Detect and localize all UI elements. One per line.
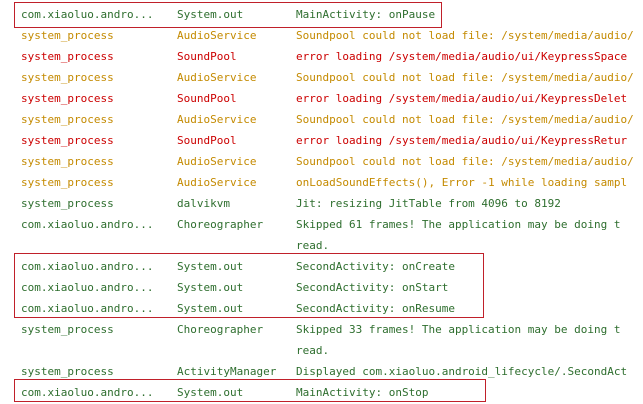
log-application: com.xiaoluo.andro...: [21, 302, 154, 315]
logcat-list: com.xiaoluo.andro... System.out MainActivi…: [0, 4, 643, 403]
log-message: read.: [296, 239, 330, 252]
log-message: error loading /system/media/audio/ui/Key…: [296, 92, 628, 105]
log-tag: dalvikvm: [177, 197, 230, 210]
log-application: system_process: [21, 71, 114, 84]
log-message: read.: [296, 344, 330, 357]
log-row[interactable]: com.xiaoluo.andro... System.out SecondActi…: [0, 256, 643, 277]
log-row[interactable]: read.: [0, 340, 643, 361]
log-application: system_process: [21, 113, 114, 126]
log-tag: AudioService: [177, 176, 257, 189]
log-message: Skipped 33 frames! The application may b…: [296, 323, 621, 336]
log-message: Soundpool could not load file: /system/m…: [296, 71, 634, 84]
log-tag: Choreographer: [177, 218, 264, 231]
log-message: error loading /system/media/audio/ui/Key…: [296, 50, 628, 63]
log-tag: System.out: [177, 281, 244, 294]
log-application: system_process: [21, 323, 114, 336]
log-message: MainActivity: onPause: [296, 8, 436, 21]
log-row[interactable]: system_process SoundPool error loading /sy…: [0, 88, 643, 109]
log-tag: AudioService: [177, 113, 257, 126]
log-row[interactable]: com.xiaoluo.andro... System.out SecondActi…: [0, 298, 643, 319]
log-tag: SoundPool: [177, 134, 237, 147]
log-row[interactable]: system_process SoundPool error loading /sy…: [0, 46, 643, 67]
log-application: system_process: [21, 197, 114, 210]
log-tag: AudioService: [177, 71, 257, 84]
log-tag: System.out: [177, 260, 244, 273]
log-application: com.xiaoluo.andro...: [21, 386, 154, 399]
log-application: system_process: [21, 92, 114, 105]
log-tag: Choreographer: [177, 323, 264, 336]
log-tag: AudioService: [177, 155, 257, 168]
log-row[interactable]: com.xiaoluo.andro... System.out MainActivi…: [0, 382, 643, 403]
log-row[interactable]: com.xiaoluo.andro... System.out MainActivi…: [0, 4, 643, 25]
log-message: error loading /system/media/audio/ui/Key…: [296, 134, 628, 147]
log-application: system_process: [21, 134, 114, 147]
log-message: Displayed com.xiaoluo.android_lifecycle/…: [296, 365, 628, 378]
log-message: Jit: resizing JitTable from 4096 to 8192: [296, 197, 561, 210]
log-row[interactable]: system_process Choreographer Skipped 33 fr…: [0, 319, 643, 340]
log-tag: SoundPool: [177, 92, 237, 105]
log-message: Soundpool could not load file: /system/m…: [296, 29, 634, 42]
log-row[interactable]: system_process AudioService Soundpool coul…: [0, 25, 643, 46]
log-message: SecondActivity: onResume: [296, 302, 455, 315]
log-tag: System.out: [177, 386, 244, 399]
log-message: Soundpool could not load file: /system/m…: [296, 155, 634, 168]
log-application: com.xiaoluo.andro...: [21, 8, 154, 21]
log-row[interactable]: com.xiaoluo.andro... System.out SecondActi…: [0, 277, 643, 298]
log-message: onLoadSoundEffects(), Error -1 while loa…: [296, 176, 628, 189]
log-row[interactable]: system_process AudioService Soundpool coul…: [0, 67, 643, 88]
log-application: system_process: [21, 365, 114, 378]
log-tag: System.out: [177, 8, 244, 21]
log-row[interactable]: read.: [0, 235, 643, 256]
log-application: system_process: [21, 50, 114, 63]
log-application: system_process: [21, 155, 114, 168]
log-row[interactable]: system_process ActivityManager Displayed c…: [0, 361, 643, 382]
log-row[interactable]: com.xiaoluo.andro... Choreographer Skipped…: [0, 214, 643, 235]
log-message: Skipped 61 frames! The application may b…: [296, 218, 621, 231]
log-application: system_process: [21, 29, 114, 42]
log-row[interactable]: system_process AudioService Soundpool coul…: [0, 109, 643, 130]
log-message: Soundpool could not load file: /system/m…: [296, 113, 634, 126]
log-tag: SoundPool: [177, 50, 237, 63]
log-message: SecondActivity: onStart: [296, 281, 449, 294]
log-message: SecondActivity: onCreate: [296, 260, 455, 273]
log-application: system_process: [21, 176, 114, 189]
log-row[interactable]: system_process SoundPool error loading /sy…: [0, 130, 643, 151]
log-tag: AudioService: [177, 29, 257, 42]
log-row[interactable]: system_process dalvikvm Jit: resizing JitT…: [0, 193, 643, 214]
log-application: com.xiaoluo.andro...: [21, 218, 154, 231]
log-tag: ActivityManager: [177, 365, 277, 378]
log-application: com.xiaoluo.andro...: [21, 281, 154, 294]
log-row[interactable]: system_process AudioService onLoadSoundEff…: [0, 172, 643, 193]
log-tag: System.out: [177, 302, 244, 315]
log-row[interactable]: system_process AudioService Soundpool coul…: [0, 151, 643, 172]
log-application: com.xiaoluo.andro...: [21, 260, 154, 273]
log-message: MainActivity: onStop: [296, 386, 429, 399]
